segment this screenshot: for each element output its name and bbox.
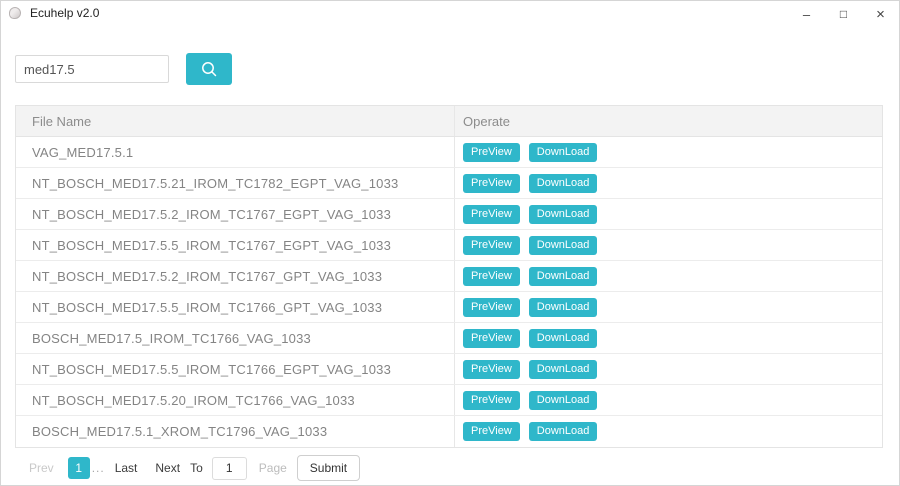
submit-button[interactable]: Submit [296, 455, 361, 481]
preview-button[interactable]: PreView [463, 142, 520, 162]
close-icon[interactable]: × [862, 1, 899, 27]
table-row: VAG_MED17.5.1 PreView DownLoad [16, 137, 882, 168]
table-row: NT_BOSCH_MED17.5.2_IROM_TC1767_EGPT_VAG_… [16, 199, 882, 230]
table-row: NT_BOSCH_MED17.5.21_IROM_TC1782_EGPT_VAG… [16, 168, 882, 199]
file-table: File Name Operate VAG_MED17.5.1 PreView … [15, 105, 883, 448]
table-row: NT_BOSCH_MED17.5.5_IROM_TC1766_GPT_VAG_1… [16, 292, 882, 323]
column-header-operate: Operate [463, 113, 510, 129]
current-page-button[interactable]: 1 [67, 457, 90, 479]
goto-label-page: Page [258, 461, 287, 475]
search-bar [15, 53, 899, 85]
file-name: NT_BOSCH_MED17.5.20_IROM_TC1766_VAG_1033 [32, 392, 355, 408]
column-header-file-name: File Name [16, 106, 455, 136]
preview-button[interactable]: PreView [463, 235, 520, 255]
goto-label-to: To [190, 461, 203, 475]
file-name: NT_BOSCH_MED17.5.5_IROM_TC1766_GPT_VAG_1… [32, 299, 383, 315]
file-name: BOSCH_MED17.5.1_XROM_TC1796_VAG_1033 [32, 424, 328, 439]
app-icon [9, 7, 21, 19]
preview-button[interactable]: PreView [463, 328, 520, 348]
file-name: BOSCH_MED17.5_IROM_TC1766_VAG_1033 [32, 330, 311, 346]
search-button[interactable] [186, 53, 232, 85]
table-row: BOSCH_MED17.5.1_XROM_TC1796_VAG_1033 Pre… [16, 416, 882, 447]
page-number-input[interactable] [211, 456, 247, 480]
download-button[interactable]: DownLoad [528, 390, 598, 410]
download-button[interactable]: DownLoad [528, 235, 598, 255]
preview-button[interactable]: PreView [463, 173, 520, 193]
file-name: NT_BOSCH_MED17.5.21_IROM_TC1782_EGPT_VAG… [32, 175, 399, 191]
file-name: NT_BOSCH_MED17.5.5_IROM_TC1767_EGPT_VAG_… [32, 237, 391, 253]
preview-button[interactable]: PreView [463, 266, 520, 286]
download-button[interactable]: DownLoad [528, 173, 598, 193]
next-page-button[interactable]: Next [155, 461, 180, 475]
search-icon [200, 60, 219, 79]
minimize-icon[interactable]: – [788, 1, 825, 27]
window-title: Ecuhelp v2.0 [30, 6, 100, 20]
table-row: BOSCH_MED17.5_IROM_TC1766_VAG_1033 PreVi… [16, 323, 882, 354]
prev-page-button[interactable]: Prev [29, 461, 54, 475]
preview-button[interactable]: PreView [463, 297, 520, 317]
download-button[interactable]: DownLoad [528, 297, 598, 317]
download-button[interactable]: DownLoad [528, 328, 598, 348]
download-button[interactable]: DownLoad [528, 266, 598, 286]
download-button[interactable]: DownLoad [528, 142, 598, 162]
preview-button[interactable]: PreView [463, 390, 520, 410]
window-controls: – □ × [788, 1, 899, 27]
page-ellipsis: ... [91, 461, 105, 475]
preview-button[interactable]: PreView [463, 204, 520, 224]
file-name: VAG_MED17.5.1 [32, 144, 134, 160]
download-button[interactable]: DownLoad [528, 422, 598, 441]
title-bar: Ecuhelp v2.0 – □ × [1, 1, 899, 25]
file-name: NT_BOSCH_MED17.5.2_IROM_TC1767_EGPT_VAG_… [32, 206, 391, 222]
app-window: { "window": { "title": "Ecuhelp v2.0", "… [0, 0, 900, 486]
file-name: NT_BOSCH_MED17.5.2_IROM_TC1767_GPT_VAG_1… [32, 268, 383, 284]
table-row: NT_BOSCH_MED17.5.5_IROM_TC1767_EGPT_VAG_… [16, 230, 882, 261]
download-button[interactable]: DownLoad [528, 204, 598, 224]
table-row: NT_BOSCH_MED17.5.2_IROM_TC1767_GPT_VAG_1… [16, 261, 882, 292]
table-body: VAG_MED17.5.1 PreView DownLoad NT_BOSCH_… [16, 137, 882, 447]
table-row: NT_BOSCH_MED17.5.5_IROM_TC1766_EGPT_VAG_… [16, 354, 882, 385]
file-name: NT_BOSCH_MED17.5.5_IROM_TC1766_EGPT_VAG_… [32, 361, 391, 377]
preview-button[interactable]: PreView [463, 422, 520, 441]
search-input[interactable] [15, 55, 169, 83]
maximize-icon[interactable]: □ [825, 1, 862, 27]
table-header-row: File Name Operate [16, 106, 882, 137]
last-page-button[interactable]: Last [115, 461, 138, 475]
preview-button[interactable]: PreView [463, 359, 520, 379]
download-button[interactable]: DownLoad [528, 359, 598, 379]
pagination: Prev 1 ... Last Next To Page Submit [29, 455, 899, 481]
table-row: NT_BOSCH_MED17.5.20_IROM_TC1766_VAG_1033… [16, 385, 882, 416]
